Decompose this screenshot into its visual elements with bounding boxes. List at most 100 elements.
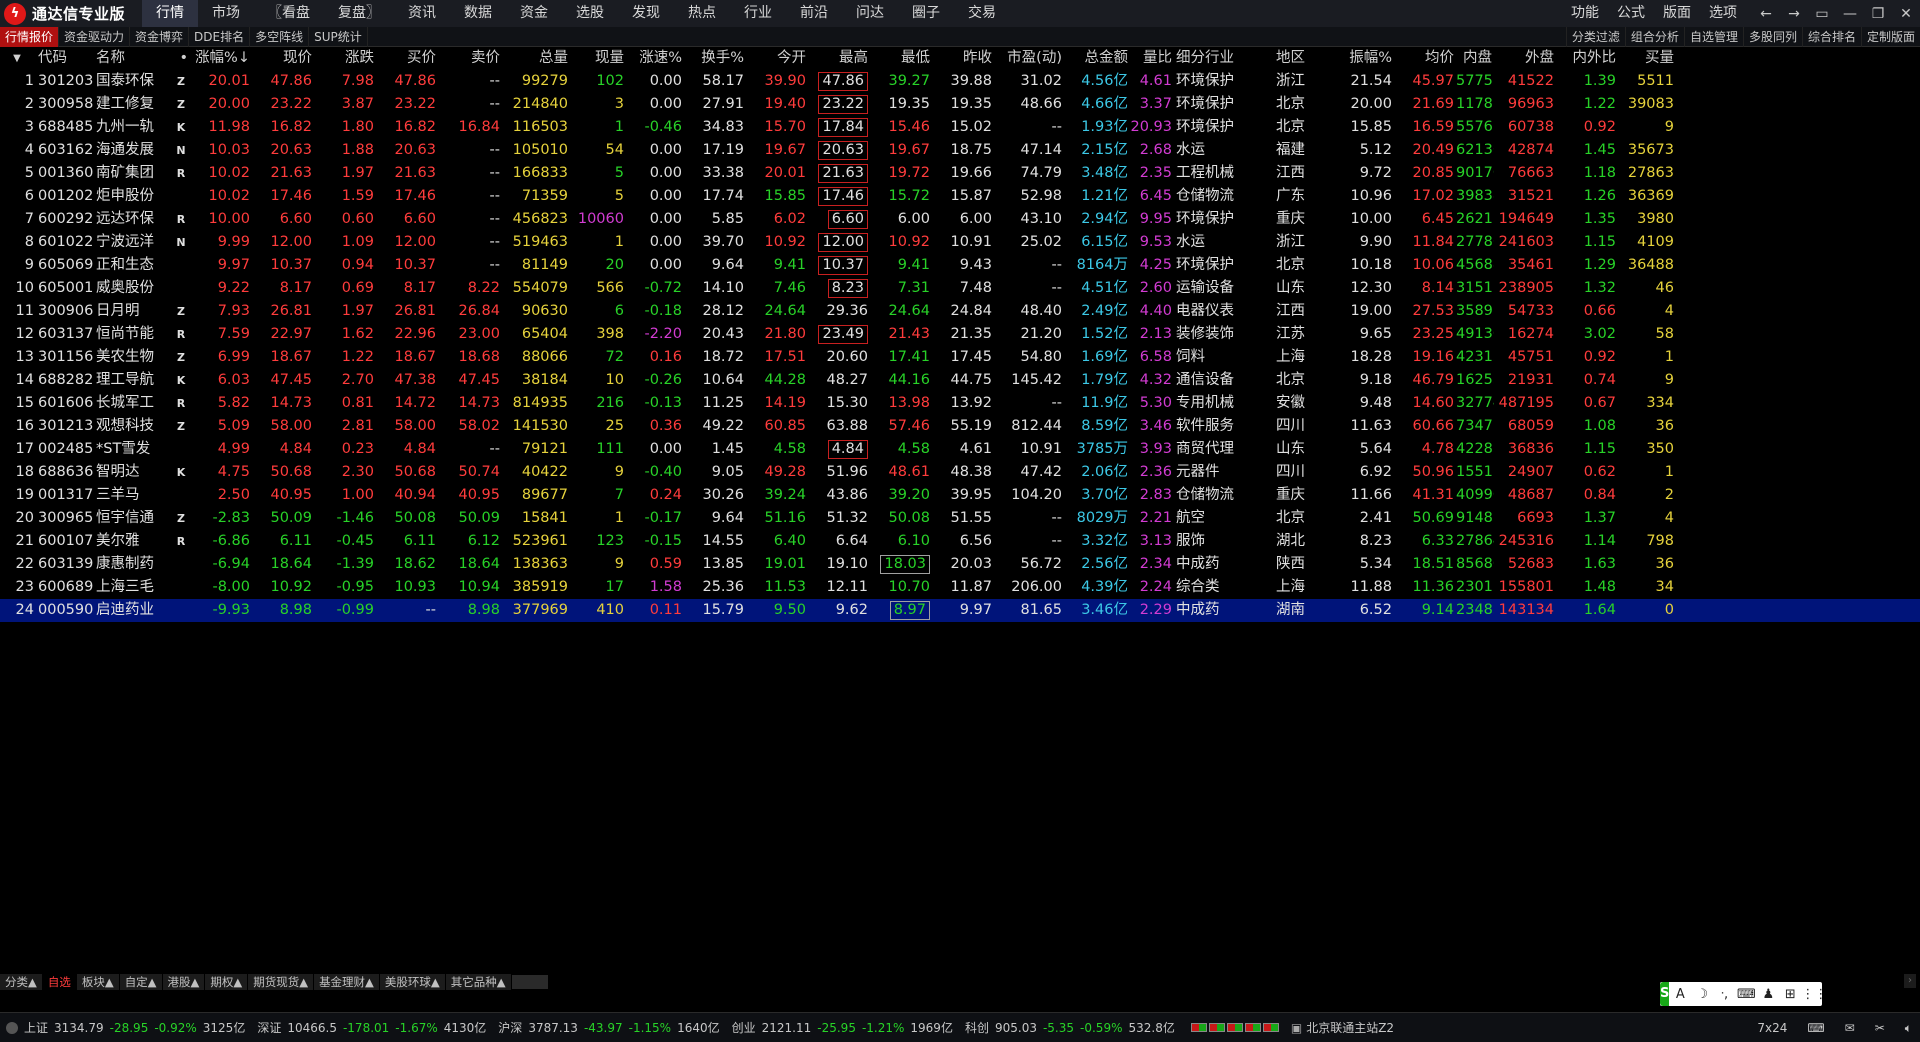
menu-item[interactable]: 资讯 xyxy=(394,0,450,27)
close-icon[interactable]: ✕ xyxy=(1892,6,1920,22)
bottom-tab[interactable]: 基金理财▲ xyxy=(314,974,380,990)
minimize-icon[interactable]: — xyxy=(1836,6,1864,22)
table-row[interactable]: 23 600689 上海三毛 -8.00 10.92 -0.95 10.93 10.94 385… xyxy=(0,576,1920,599)
table-row[interactable]: 4 603162 海通发展 N 10.03 20.63 1.88 20.63 -- 105010 5… xyxy=(0,139,1920,162)
subbar-tab[interactable]: 资金驱动力 xyxy=(59,26,131,47)
column-header[interactable]: 振幅% xyxy=(1332,47,1394,70)
bottom-tab[interactable]: 期货现货▲ xyxy=(248,974,315,990)
column-header[interactable]: 昨收 xyxy=(932,47,994,70)
table-row[interactable]: 15 601606 长城军工 R 5.82 14.73 0.81 14.72 14.73 8149… xyxy=(0,392,1920,415)
index-sh[interactable]: 上证 3134.79 -28.95 -0.92% 3125亿 xyxy=(24,1019,251,1036)
menu-item[interactable]: 数据 xyxy=(450,0,506,27)
column-header[interactable]: 涨跌 xyxy=(314,47,376,70)
forward-icon[interactable]: → xyxy=(1780,6,1808,22)
ime-item-icon[interactable]: ☽ xyxy=(1691,987,1713,1002)
menu-right-item[interactable]: 公式 xyxy=(1608,0,1654,27)
index-hs[interactable]: 沪深 3787.13 -43.97 -1.15% 1640亿 xyxy=(498,1019,725,1036)
column-header[interactable]: 名称 xyxy=(94,47,174,70)
menu-item[interactable]: 行业 xyxy=(730,0,786,27)
column-header[interactable]: 内外比 xyxy=(1556,47,1618,70)
menu-item[interactable]: 选股 xyxy=(562,0,618,27)
table-row[interactable]: 21 600107 美尔雅 R -6.86 6.11 -0.45 6.11 6.12 523961… xyxy=(0,530,1920,553)
ime-item-icon[interactable]: ⌨ xyxy=(1735,987,1757,1002)
bottom-tab[interactable]: 港股▲ xyxy=(162,974,206,990)
settings-icon[interactable]: ✂ xyxy=(1875,1021,1885,1035)
index-kc[interactable]: 科创 905.03 -5.35 -0.59% 532.8亿 xyxy=(965,1019,1181,1036)
table-row[interactable]: 1 301203 国泰环保 Z 20.01 47.86 7.98 47.86 -- 99279 10… xyxy=(0,70,1920,93)
restore-icon[interactable]: ▭ xyxy=(1808,6,1836,22)
table-row[interactable]: 14 688282 理工导航 K 6.03 47.45 2.70 47.38 47.45 3818… xyxy=(0,369,1920,392)
bottom-tab[interactable]: 自定▲ xyxy=(119,974,163,990)
column-header[interactable]: 卖价 xyxy=(438,47,502,70)
menu-item[interactable]: 热点 xyxy=(674,0,730,27)
table-row[interactable]: 9 605069 正和生态 9.97 10.37 0.94 10.37 -- 81149 20 0.… xyxy=(0,254,1920,277)
table-row[interactable]: 16 301213 观想科技 Z 5.09 58.00 2.81 58.00 58.02 1415… xyxy=(0,415,1920,438)
column-header[interactable]: 总量 xyxy=(502,47,570,70)
maximize-icon[interactable]: ❐ xyxy=(1864,6,1892,22)
table-row[interactable]: 8 601022 宁波远洋 N 9.99 12.00 1.09 12.00 -- 519463 1 0… xyxy=(0,231,1920,254)
keyboard-icon[interactable]: ⌨ xyxy=(1807,1021,1824,1035)
menu-item[interactable]: 前沿 xyxy=(786,0,842,27)
column-header[interactable]: 现价 xyxy=(252,47,314,70)
sound-icon[interactable]: 🔈︎ xyxy=(1905,1021,1912,1036)
bottom-tab[interactable]: 其它品种▲ xyxy=(445,974,512,990)
ime-item-icon[interactable]: ⊞ xyxy=(1779,987,1801,1002)
table-row[interactable]: 6 001202 炬申股份 10.02 17.46 1.59 17.46 -- 71359 5 0.… xyxy=(0,185,1920,208)
menu-right-item[interactable]: 选项 xyxy=(1700,0,1746,27)
table-row[interactable]: 11 300906 日月明 Z 7.93 26.81 1.97 26.81 26.84 90630… xyxy=(0,300,1920,323)
column-header[interactable]: 现量 xyxy=(570,47,626,70)
status-toggle-icon[interactable] xyxy=(6,1021,18,1034)
column-header[interactable]: 最高 xyxy=(808,47,870,70)
table-row[interactable]: 3 688485 九州一轨 K 11.98 16.82 1.80 16.82 16.84 1165… xyxy=(0,116,1920,139)
column-header[interactable]: • xyxy=(174,47,190,70)
table-row[interactable]: 24 000590 启迪药业 -9.93 8.98 -0.99 -- 8.98 377969 41… xyxy=(0,599,1920,622)
column-header[interactable]: 均价 xyxy=(1394,47,1456,70)
subbar-tab[interactable]: SUP统计 xyxy=(309,26,368,47)
index-cy[interactable]: 创业 2121.11 -25.95 -1.21% 1969亿 xyxy=(732,1019,959,1036)
column-header[interactable]: 代码 xyxy=(36,47,94,70)
menu-item[interactable]: 〖看盘 xyxy=(254,0,324,27)
bottom-tab[interactable]: 期权▲ xyxy=(205,974,249,990)
column-header[interactable]: ▼ xyxy=(0,47,36,70)
column-header[interactable]: 涨速% xyxy=(626,47,684,70)
subbar-action[interactable]: 自选管理 xyxy=(1683,27,1743,47)
column-header[interactable]: 内盘 xyxy=(1456,47,1494,70)
ime-item-icon[interactable]: ᐧ, xyxy=(1713,987,1735,1002)
ime-item-icon[interactable]: ⋮⋮ xyxy=(1801,987,1827,1002)
menu-item[interactable]: 交易 xyxy=(954,0,1010,27)
menu-item[interactable]: 圈子 xyxy=(898,0,954,27)
column-header[interactable]: 市盈(动) xyxy=(994,47,1064,70)
column-header[interactable]: 地区 xyxy=(1274,47,1332,70)
ime-logo-icon[interactable]: S xyxy=(1660,982,1670,1006)
menu-item[interactable]: 行情 xyxy=(142,0,198,27)
table-row[interactable]: 13 301156 美农生物 Z 6.99 18.67 1.22 18.67 18.68 8806… xyxy=(0,346,1920,369)
table-row[interactable]: 7 600292 远达环保 R 10.00 6.60 0.60 6.60 -- 456823 100… xyxy=(0,208,1920,231)
scroll-right-arrow[interactable]: › xyxy=(1904,974,1916,988)
menu-item[interactable]: 市场 xyxy=(198,0,254,27)
ime-item-icon[interactable]: ♟ xyxy=(1757,987,1779,1002)
horizontal-scrollbar[interactable] xyxy=(511,975,548,989)
bottom-tab[interactable]: 分类▲ xyxy=(0,974,43,990)
subbar-tab[interactable]: 资金博弈 xyxy=(130,26,190,47)
subbar-action[interactable]: 分类过滤 xyxy=(1565,27,1625,47)
index-sz[interactable]: 深证 10466.5 -178.01 -1.67% 4130亿 xyxy=(257,1019,492,1036)
back-icon[interactable]: ← xyxy=(1752,6,1780,22)
table-row[interactable]: 17 002485 *ST雪发 4.99 4.84 0.23 4.84 -- 79121 111 0… xyxy=(0,438,1920,461)
menu-item[interactable]: 复盘〗 xyxy=(324,0,394,27)
table-row[interactable]: 19 001317 三羊马 2.50 40.95 1.00 40.94 40.95 89677 7… xyxy=(0,484,1920,507)
table-row[interactable]: 5 001360 南矿集团 R 10.02 21.63 1.97 21.63 -- 166833 5… xyxy=(0,162,1920,185)
table-row[interactable]: 12 603137 恒尚节能 R 7.59 22.97 1.62 22.96 23.00 6540… xyxy=(0,323,1920,346)
table-row[interactable]: 18 688636 智明达 K 4.75 50.68 2.30 50.68 50.74 40422… xyxy=(0,461,1920,484)
column-header[interactable]: 细分行业 xyxy=(1174,47,1274,70)
column-header[interactable]: 量比 xyxy=(1130,47,1174,70)
column-header[interactable]: 最低 xyxy=(870,47,932,70)
column-header[interactable]: 总金额 xyxy=(1064,47,1130,70)
subbar-action[interactable]: 组合分析 xyxy=(1624,27,1684,47)
column-header[interactable]: 买量 xyxy=(1618,47,1676,70)
ime-item-icon[interactable]: A xyxy=(1669,987,1691,1002)
menu-right-item[interactable]: 版面 xyxy=(1654,0,1700,27)
menu-item[interactable]: 问达 xyxy=(842,0,898,27)
subbar-action[interactable]: 综合排名 xyxy=(1801,27,1861,47)
bottom-tab[interactable]: 板块▲ xyxy=(76,974,120,990)
column-header[interactable]: 买价 xyxy=(376,47,438,70)
